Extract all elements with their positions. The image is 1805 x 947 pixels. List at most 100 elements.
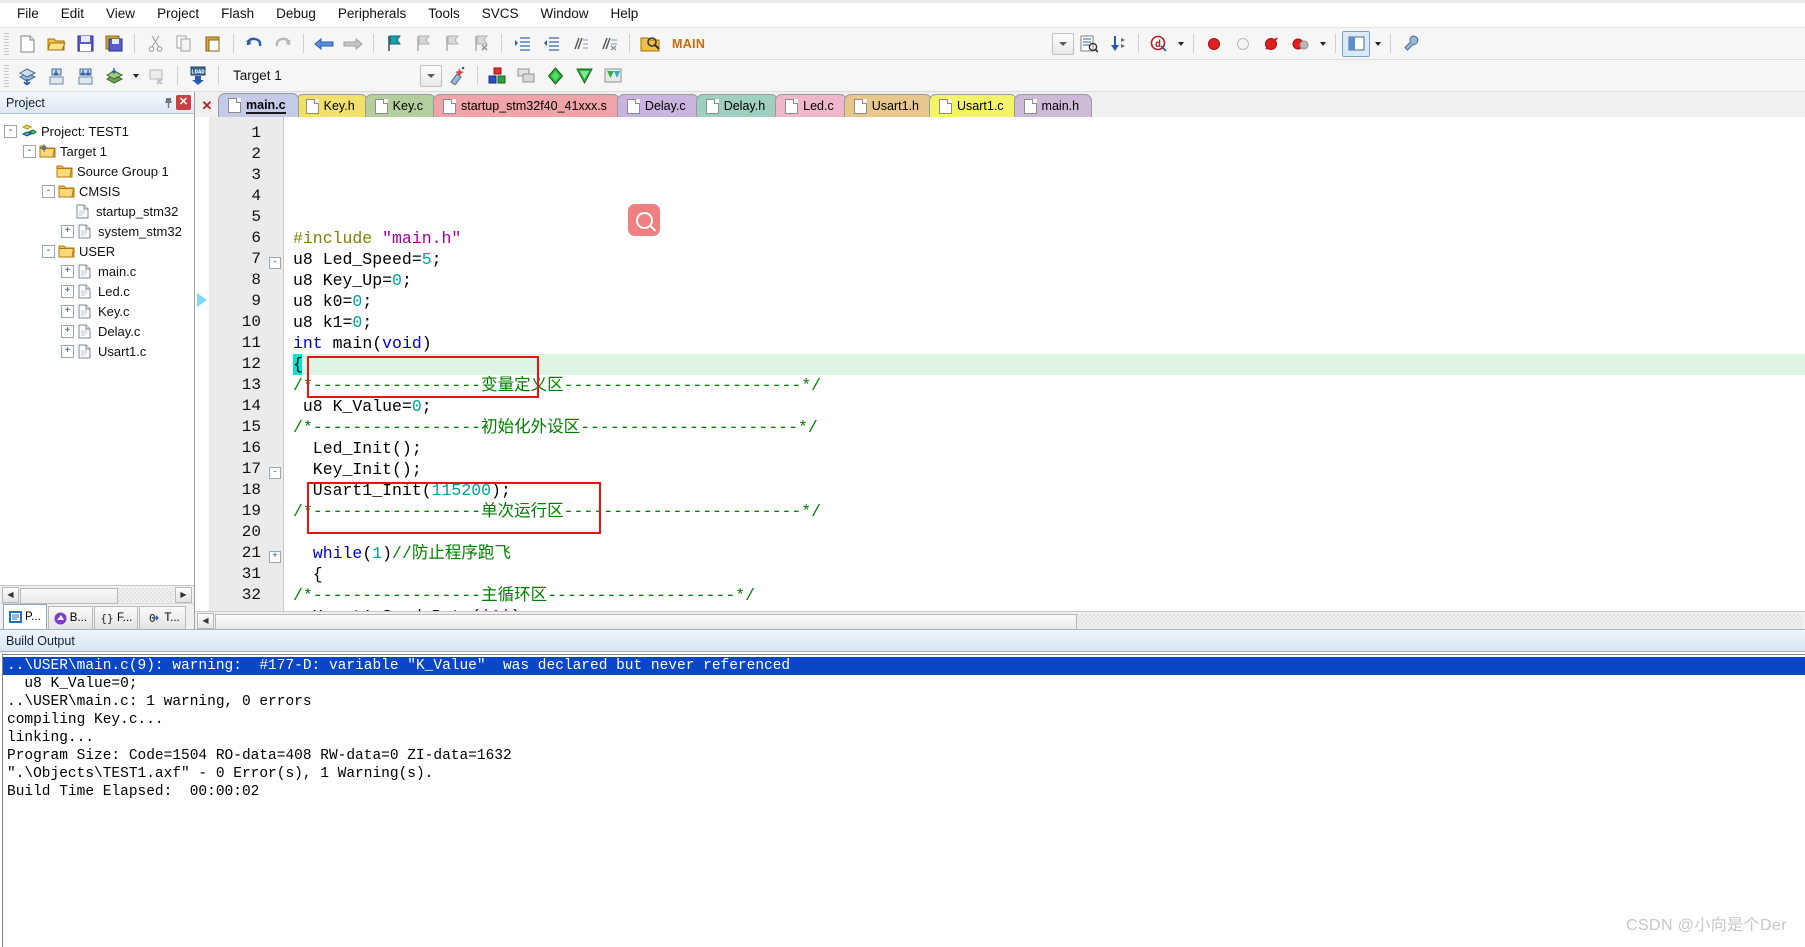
code-line[interactable]: /*-----------------主循环区-----------------… xyxy=(293,585,1805,606)
pin-icon[interactable] xyxy=(161,95,176,110)
go-to-definition-icon[interactable] xyxy=(1104,31,1132,57)
debug-options-dropdown[interactable] xyxy=(1174,32,1187,56)
build-output-line[interactable]: u8 K_Value=0; xyxy=(3,675,1805,693)
disable-all-breakpoints-icon[interactable] xyxy=(1287,31,1315,57)
scroll-thumb[interactable] xyxy=(20,587,118,604)
menu-item-window[interactable]: Window xyxy=(529,3,599,24)
code-line[interactable] xyxy=(293,522,1805,543)
packs-manager-icon[interactable] xyxy=(600,63,628,89)
build-output-line[interactable]: compiling Key.c... xyxy=(3,711,1805,729)
tree-node-target-1[interactable]: - Target 1 xyxy=(4,141,194,161)
paste-icon[interactable] xyxy=(199,31,227,57)
build-output-line[interactable]: ".\Objects\TEST1.axf" - 0 Error(s), 1 Wa… xyxy=(3,765,1805,783)
editor-tab-key-h[interactable]: Key.h xyxy=(295,94,368,117)
navigate-back-icon[interactable] xyxy=(310,31,338,57)
undo-icon[interactable] xyxy=(240,31,268,57)
rebuild-icon[interactable] xyxy=(71,63,99,89)
code-line[interactable]: int main(void) xyxy=(293,333,1805,354)
editor-scroll-left-button[interactable]: ◀ xyxy=(197,612,214,629)
editor-tab-delay-h[interactable]: Delay.h xyxy=(695,94,779,117)
collapse-icon[interactable]: - xyxy=(42,184,55,198)
save-icon[interactable] xyxy=(71,31,99,57)
code-line[interactable]: { xyxy=(293,564,1805,585)
redo-icon[interactable] xyxy=(269,31,297,57)
batch-build-icon[interactable] xyxy=(100,63,128,89)
code-line[interactable]: Usart1_Init(115200); xyxy=(293,480,1805,501)
tree-node-source-group-1[interactable]: Source Group 1 xyxy=(4,161,194,181)
tree-node-project-test1[interactable]: - Project: TEST1 xyxy=(4,121,194,141)
editor-tab-strip[interactable]: ✕ main.c Key.h Key.c startup_stm32f40_41xxx… xyxy=(195,92,1805,117)
build-output-line[interactable]: ..\USER\main.c: 1 warning, 0 errors xyxy=(3,693,1805,711)
target-options-icon[interactable] xyxy=(443,63,471,89)
expand-icon[interactable]: + xyxy=(61,284,74,298)
bookmark-prev-icon[interactable] xyxy=(409,31,437,57)
save-all-icon[interactable] xyxy=(100,31,128,57)
tree-node-usart1-c[interactable]: + Usart1.c xyxy=(4,341,194,361)
window-layout-icon[interactable] xyxy=(1342,30,1371,57)
batch-build-dropdown[interactable] xyxy=(129,64,142,88)
configure-icon[interactable] xyxy=(1397,31,1425,57)
breakpoint-gutter[interactable] xyxy=(195,117,209,611)
manage-project-items-icon[interactable] xyxy=(513,63,541,89)
tree-node-startup-stm32[interactable]: startup_stm32 xyxy=(4,201,194,221)
menu-item-svcs[interactable]: SVCS xyxy=(471,3,530,24)
toolbar-grip[interactable] xyxy=(4,64,9,87)
menu-item-tools[interactable]: Tools xyxy=(417,3,471,24)
tree-node-key-c[interactable]: + Key.c xyxy=(4,301,194,321)
search-icon[interactable] xyxy=(628,204,660,236)
project-tree[interactable]: - Project: TEST1- Target 1 Source Group 1-C… xyxy=(0,114,194,585)
project-pane-tab-books[interactable]: B... xyxy=(47,606,94,629)
build-output-line[interactable]: ..\USER\main.c(9): warning: #177-D: vari… xyxy=(3,657,1805,675)
code-line[interactable]: /*-----------------初始化外设区---------------… xyxy=(293,417,1805,438)
fold-toggle[interactable]: + xyxy=(269,543,283,564)
build-target-icon[interactable] xyxy=(42,63,70,89)
editor-tab-usart1-c[interactable]: Usart1.c xyxy=(929,94,1017,117)
toolbar-grip[interactable] xyxy=(4,32,9,55)
editor-tab-key-c[interactable]: Key.c xyxy=(364,94,436,117)
code-line[interactable]: /*-----------------变量定义区----------------… xyxy=(293,375,1805,396)
scroll-track[interactable] xyxy=(20,587,174,604)
project-pane-tab-templates[interactable]: 0 T... xyxy=(139,606,186,629)
close-tab-icon[interactable]: ✕ xyxy=(200,99,214,114)
expand-icon[interactable]: + xyxy=(61,324,74,338)
scroll-right-button[interactable]: ▶ xyxy=(175,586,192,603)
code-editor[interactable]: 1 2 3 4 5 6 7 8 9 10 11 12 13 14 15 16 17 18 19 20 21 31 32 --… xyxy=(195,117,1805,611)
editor-tab-main-c[interactable]: main.c xyxy=(218,93,299,117)
start-debug-icon[interactable]: d xyxy=(1145,31,1173,57)
download-icon[interactable]: LOAD xyxy=(184,63,212,89)
outdent-icon[interactable] xyxy=(537,31,565,57)
close-icon[interactable]: ✕ xyxy=(176,95,191,110)
code-line[interactable]: /*-----------------单次运行区----------------… xyxy=(293,501,1805,522)
disable-breakpoint-icon[interactable] xyxy=(1229,31,1257,57)
tree-node-user[interactable]: - USER xyxy=(4,241,194,261)
editor-tab-main-h[interactable]: main.h xyxy=(1013,94,1093,117)
expand-icon[interactable]: + xyxy=(61,304,74,318)
editor-tab-delay-c[interactable]: Delay.c xyxy=(616,94,699,117)
code-line[interactable]: #include "main.h" xyxy=(293,228,1805,249)
menu-item-view[interactable]: View xyxy=(95,3,146,24)
menu-item-project[interactable]: Project xyxy=(146,3,210,24)
stop-build-icon[interactable] xyxy=(143,63,171,89)
editor-horizontal-scrollbar[interactable]: ◀ xyxy=(195,611,1805,630)
comment-icon[interactable] xyxy=(566,31,594,57)
collapse-icon[interactable]: - xyxy=(23,144,36,158)
build-output-text[interactable]: ..\USER\main.c(9): warning: #177-D: vari… xyxy=(2,654,1805,947)
select-software-packs-icon[interactable] xyxy=(571,63,599,89)
build-output-line[interactable]: Program Size: Code=1504 RO-data=408 RW-d… xyxy=(3,747,1805,765)
code-line[interactable]: u8 k0=0; xyxy=(293,291,1805,312)
uncomment-icon[interactable] xyxy=(595,31,623,57)
insert-breakpoint-icon[interactable] xyxy=(1200,31,1228,57)
code-line[interactable]: u8 Led_Speed=5; xyxy=(293,249,1805,270)
bookmark-toggle-icon[interactable] xyxy=(380,31,408,57)
expand-icon[interactable]: + xyxy=(61,344,74,358)
menu-item-edit[interactable]: Edit xyxy=(50,3,95,24)
tree-node-system-stm32[interactable]: + system_stm32 xyxy=(4,221,194,241)
indent-icon[interactable] xyxy=(508,31,536,57)
fold-toggle[interactable]: - xyxy=(269,459,283,480)
menu-item-peripherals[interactable]: Peripherals xyxy=(327,3,417,24)
tree-node-main-c[interactable]: + main.c xyxy=(4,261,194,281)
bookmark-next-icon[interactable] xyxy=(438,31,466,57)
code-line[interactable]: u8 K_Value=0; xyxy=(293,396,1805,417)
code-line[interactable]: Key_Init(); xyxy=(293,459,1805,480)
expand-icon[interactable]: + xyxy=(61,264,74,278)
